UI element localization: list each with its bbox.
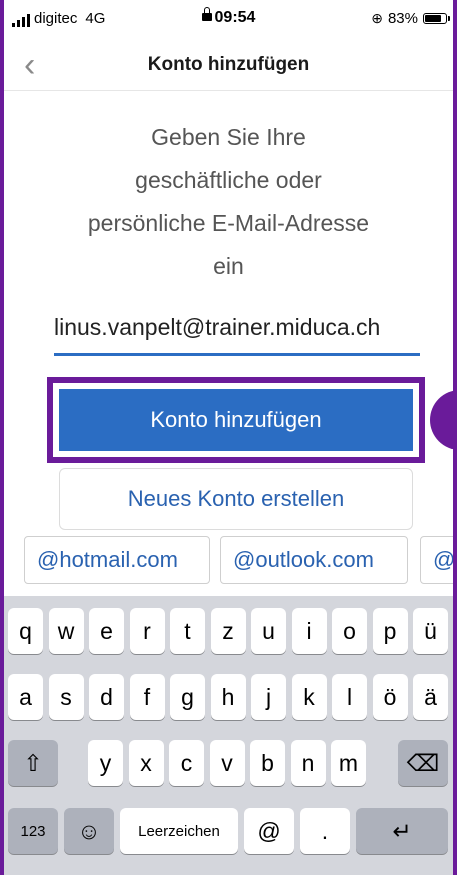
battery-percent: 83% bbox=[387, 10, 418, 27]
key-ä[interactable]: ä bbox=[413, 674, 448, 720]
key-t[interactable]: t bbox=[170, 608, 205, 654]
key-s[interactable]: s bbox=[48, 674, 84, 720]
keyboard: q w e r t z u i o p ü a s d f g h j k l ö ä ⇧ y x c v b n m ⌫ 123 ☺ Leerz… bbox=[4, 596, 453, 875]
key-a[interactable]: a bbox=[8, 674, 43, 720]
key-z[interactable]: z bbox=[210, 608, 246, 654]
time-label: 09:54 bbox=[214, 9, 256, 26]
key-g[interactable]: g bbox=[170, 674, 205, 720]
status-right: ⊕ 83% bbox=[371, 10, 450, 27]
key-ö[interactable]: ö bbox=[372, 674, 408, 720]
status-bar: digitec 4G 09:54 ⊕ 83% bbox=[4, 0, 453, 36]
key-v[interactable]: v bbox=[209, 740, 245, 786]
key-p[interactable]: p bbox=[372, 608, 408, 654]
orientation-lock-icon: ⊕ bbox=[371, 10, 383, 26]
key-u[interactable]: u bbox=[251, 608, 286, 654]
suggestion-gmail[interactable]: @g bbox=[420, 536, 453, 584]
key-h[interactable]: h bbox=[210, 674, 246, 720]
domain-suggestions: @hotmail.com @outlook.com @g bbox=[4, 534, 453, 594]
key-f[interactable]: f bbox=[129, 674, 165, 720]
key-x[interactable]: x bbox=[128, 740, 164, 786]
email-field[interactable] bbox=[54, 305, 420, 349]
battery-icon bbox=[423, 13, 450, 24]
key-j[interactable]: j bbox=[251, 674, 286, 720]
key-c[interactable]: c bbox=[169, 740, 204, 786]
suggestion-hotmail[interactable]: @hotmail.com bbox=[24, 536, 210, 584]
page-title: Konto hinzufügen bbox=[147, 54, 310, 75]
key-n[interactable]: n bbox=[290, 740, 326, 786]
lock-icon bbox=[201, 7, 212, 21]
step-badge bbox=[430, 390, 453, 450]
key-r[interactable]: r bbox=[129, 608, 165, 654]
key-y[interactable]: y bbox=[88, 740, 123, 786]
key-l[interactable]: l bbox=[332, 674, 367, 720]
email-field-wrapper bbox=[54, 305, 420, 356]
key-o[interactable]: o bbox=[332, 608, 367, 654]
key-q[interactable]: q bbox=[8, 608, 43, 654]
key-d[interactable]: d bbox=[89, 674, 124, 720]
nav-bar: ‹ Konto hinzufügen bbox=[4, 40, 453, 91]
at-key[interactable]: @ bbox=[244, 808, 294, 854]
battery-fill bbox=[425, 15, 441, 22]
shift-key[interactable]: ⇧ bbox=[8, 740, 58, 786]
dot-key[interactable]: . bbox=[300, 808, 350, 854]
instruction-text: Geben Sie Ihre geschäftliche oder persön… bbox=[87, 124, 370, 279]
key-k[interactable]: k bbox=[291, 674, 327, 720]
space-key[interactable]: Leerzeichen bbox=[120, 808, 238, 854]
return-key[interactable]: ↵ bbox=[356, 808, 448, 854]
key-m[interactable]: m bbox=[331, 740, 366, 786]
suggestion-outlook[interactable]: @outlook.com bbox=[220, 536, 408, 584]
key-b[interactable]: b bbox=[250, 740, 285, 786]
emoji-key[interactable]: ☺ bbox=[64, 808, 114, 854]
delete-key[interactable]: ⌫ bbox=[398, 740, 448, 786]
key-e[interactable]: e bbox=[89, 608, 124, 654]
numbers-key[interactable]: 123 bbox=[8, 808, 58, 854]
create-account-button[interactable]: Neues Konto erstellen bbox=[59, 468, 413, 530]
key-ü[interactable]: ü bbox=[413, 608, 448, 654]
highlight-frame bbox=[47, 377, 425, 463]
key-i[interactable]: i bbox=[291, 608, 327, 654]
key-w[interactable]: w bbox=[48, 608, 84, 654]
screen: digitec 4G 09:54 ⊕ 83% ‹ Konto hinzufüge… bbox=[4, 0, 453, 875]
